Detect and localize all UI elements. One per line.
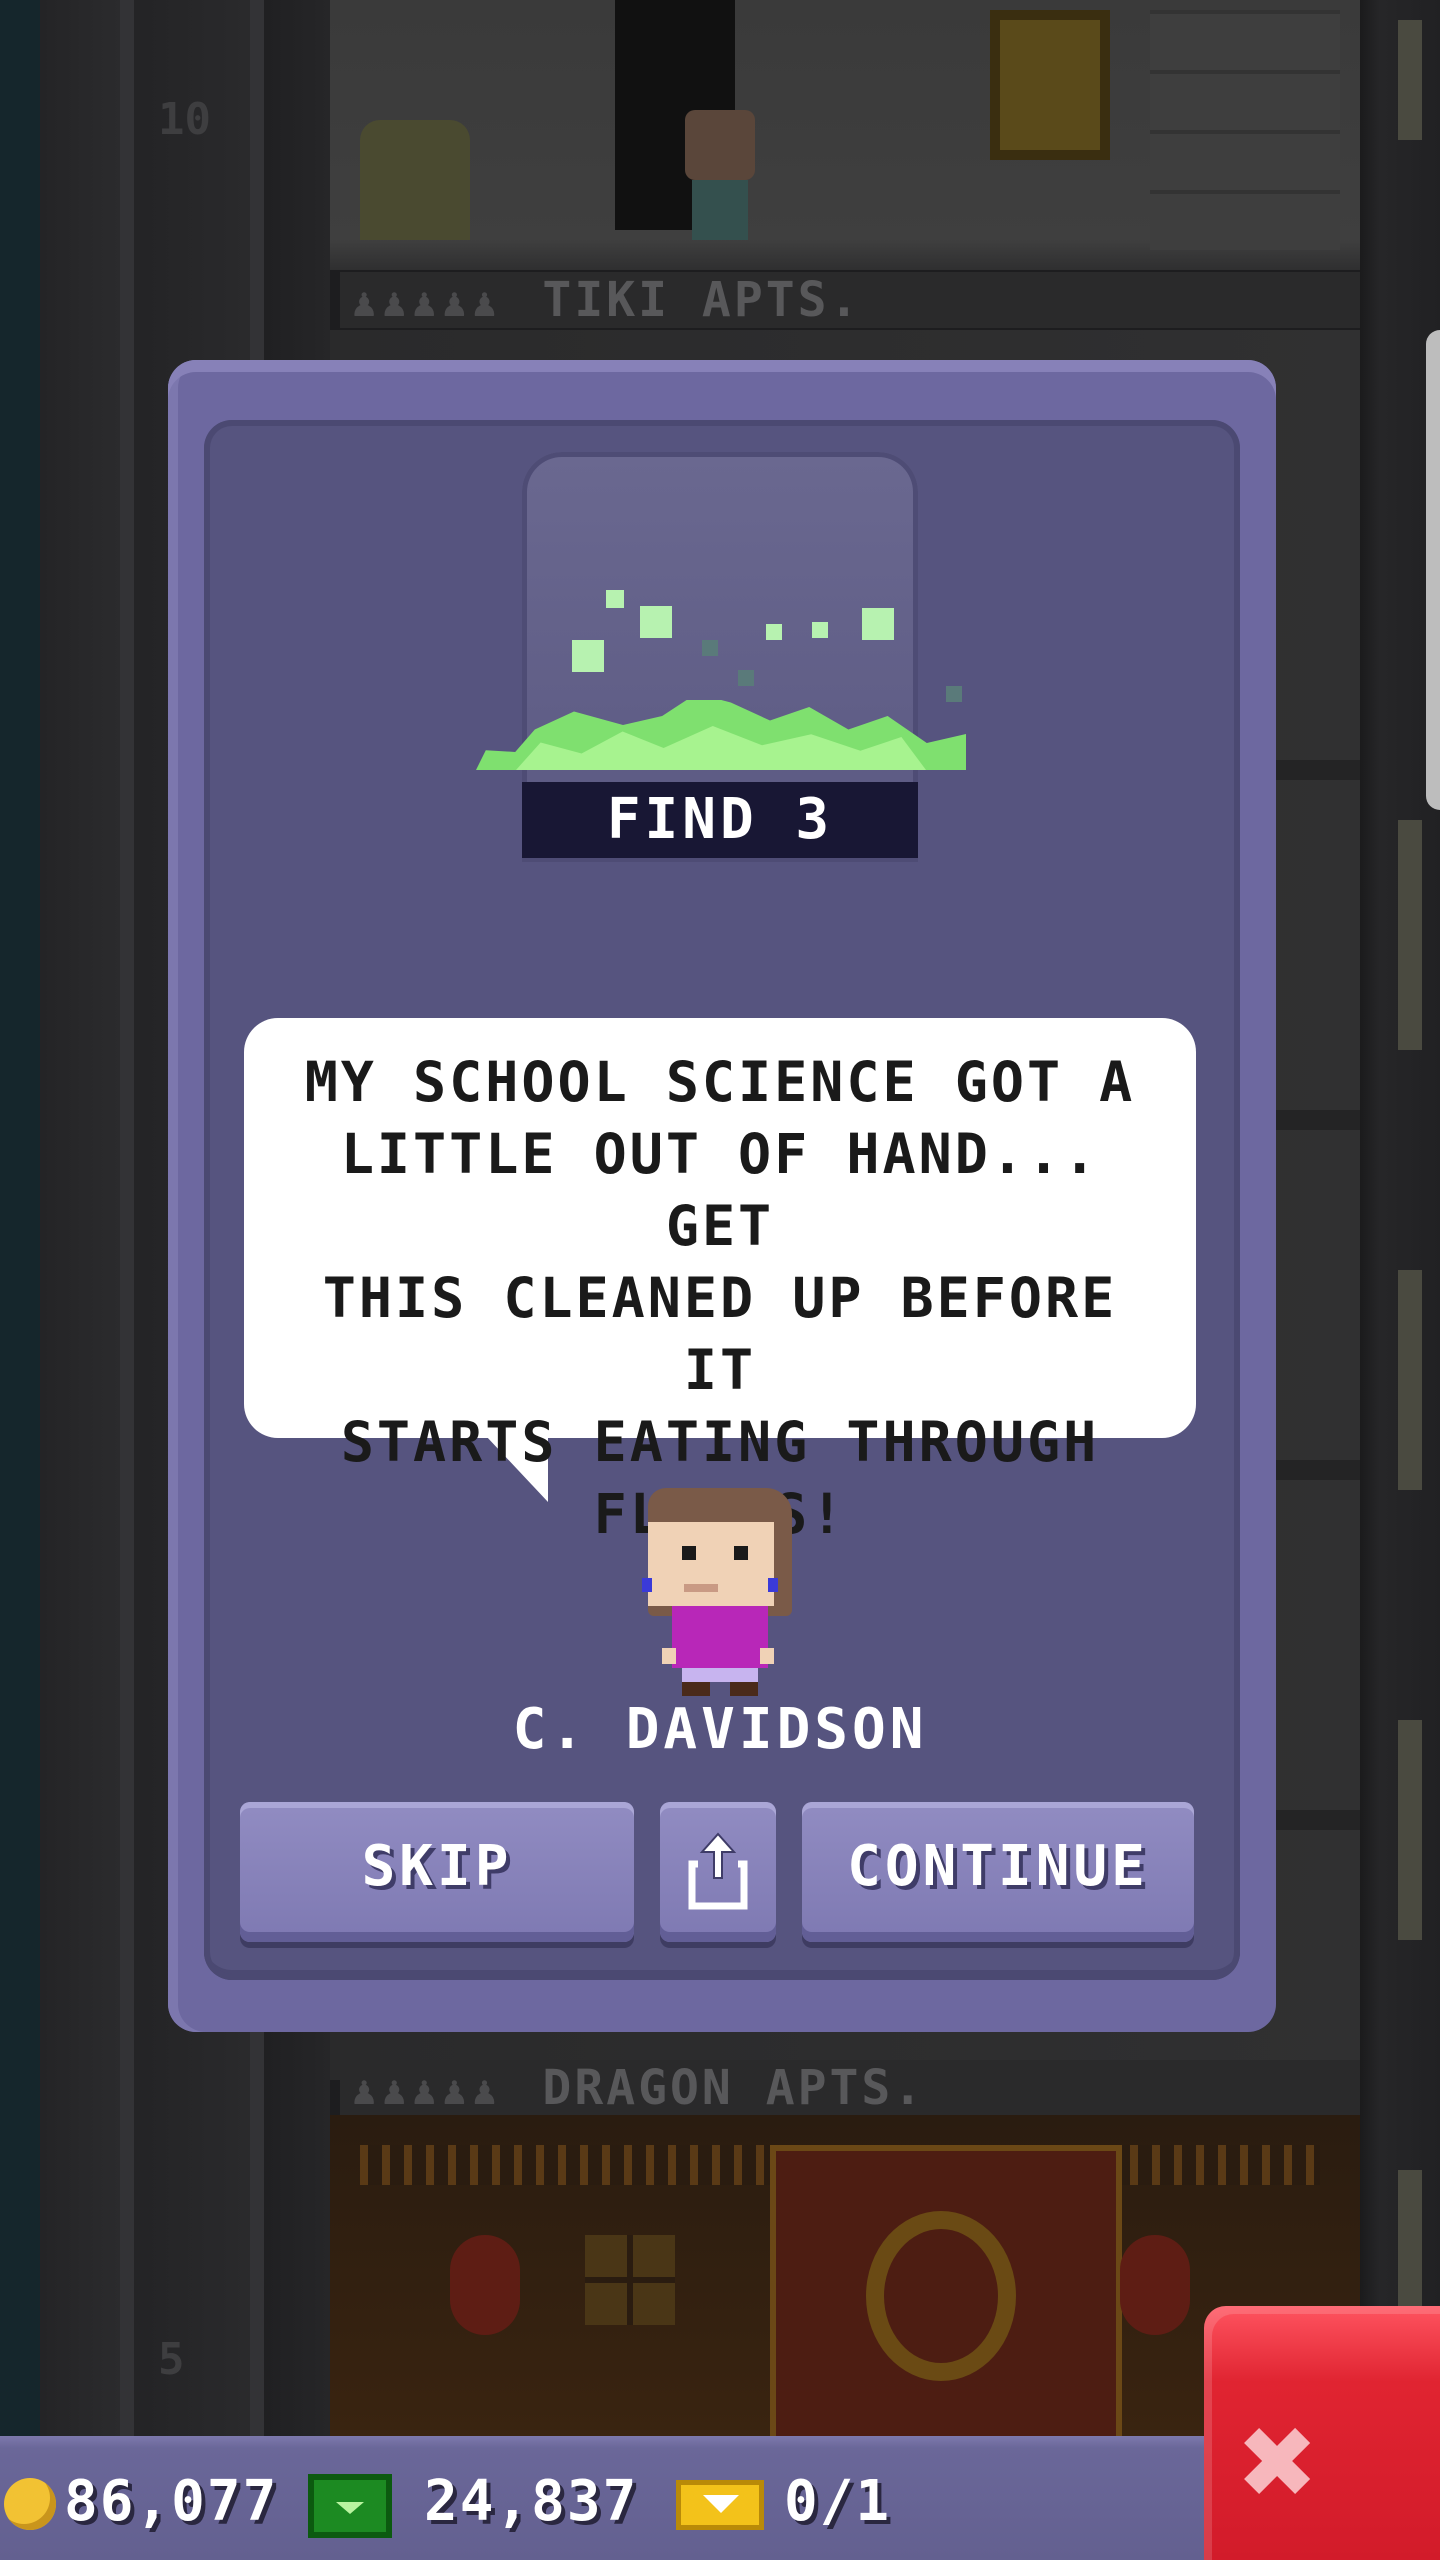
floor-label-tiki: ♟♟♟♟♟ TIKI APTS. (340, 272, 1360, 328)
coin-icon (4, 2478, 56, 2530)
window (585, 2235, 675, 2325)
share-button[interactable] (660, 1802, 776, 1942)
npc-avatar (642, 1488, 798, 1698)
objective-label: FIND 3 (522, 782, 918, 858)
floor-number-bottom: 5 (158, 2334, 185, 2385)
bux-icon (308, 2474, 392, 2538)
side-drawer-handle[interactable] (1426, 330, 1440, 810)
people-icon: ♟♟♟♟♟ (352, 280, 503, 326)
close-button[interactable]: ✖ (1204, 2306, 1440, 2560)
wall-picture (990, 10, 1110, 160)
floor-label-dragon: ♟♟♟♟♟ DRAGON APTS. (340, 2060, 1360, 2116)
speech-text: MY SCHOOL SCIENCE GOT A LITTLE OUT OF HA… (304, 1050, 1136, 1546)
shaft-rail (120, 0, 134, 2440)
ticket-icon (676, 2480, 764, 2530)
floor-label-text: DRAGON APTS. (542, 2060, 926, 2116)
shelf (1150, 10, 1340, 250)
coins-value[interactable]: 86,077 (64, 2470, 278, 2534)
bux-value[interactable]: 24,837 (424, 2470, 638, 2534)
continue-button[interactable]: CONTINUE (802, 1802, 1194, 1942)
people-icon: ♟♟♟♟♟ (352, 2068, 503, 2114)
skip-button[interactable]: SKIP (240, 1802, 634, 1942)
dragon-banner (770, 2145, 1122, 2447)
lantern-icon (1120, 2235, 1190, 2335)
npc-name: C. DAVIDSON (512, 1697, 928, 1762)
lantern-icon (450, 2235, 520, 2335)
sofa (360, 120, 470, 240)
slime-icon (476, 580, 966, 770)
tickets-value[interactable]: 0/1 (784, 2470, 891, 2534)
floor-number-top: 10 (158, 94, 211, 145)
floor-label-text: TIKI APTS. (542, 272, 862, 328)
resident (685, 110, 755, 240)
tiki-apartment[interactable] (330, 0, 1360, 270)
share-icon (688, 1832, 748, 1910)
close-icon: ✖ (1240, 2385, 1319, 2537)
